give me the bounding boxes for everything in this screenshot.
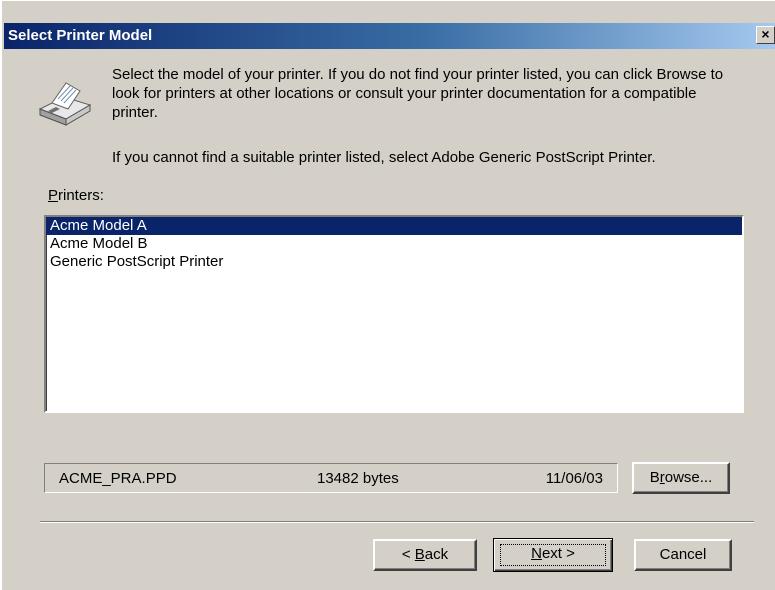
cancel-button[interactable]: Cancel <box>634 539 732 571</box>
title-bar[interactable]: Select Printer Model × <box>4 23 775 49</box>
ppd-file-size: 13482 bytes <box>317 470 399 487</box>
printer-list-item[interactable]: Acme Model B <box>46 235 742 253</box>
printers-label: Printers: <box>48 187 104 204</box>
back-label-pre: < <box>401 546 415 563</box>
close-button[interactable]: × <box>756 26 775 44</box>
instruction-text: Select the model of your printer. If you… <box>112 66 724 121</box>
printers-label-text: rinters: <box>58 187 104 204</box>
printer-icon <box>38 82 92 126</box>
select-printer-model-dialog: Select Printer Model × Select the model … <box>0 0 775 590</box>
window-title: Select Printer Model <box>8 27 153 44</box>
back-access-key: B <box>414 546 425 563</box>
printer-list-item[interactable]: Acme Model A <box>46 217 742 235</box>
ppd-file-info: ACME_PRA.PPD 13482 bytes 11/06/03 <box>44 463 618 493</box>
hint-text: If you cannot find a suitable printer li… <box>112 149 656 166</box>
ppd-file-date: 11/06/03 <box>545 470 603 487</box>
focus-rectangle <box>500 544 606 566</box>
close-icon: × <box>761 26 770 42</box>
button-separator <box>40 521 754 523</box>
printers-label-access-key: P <box>48 187 59 204</box>
printers-listbox[interactable]: Acme Model A Acme Model B Generic PostSc… <box>44 215 744 413</box>
back-label-post: ack <box>424 546 449 563</box>
browse-label-pre: B <box>649 469 660 486</box>
ppd-filename: ACME_PRA.PPD <box>59 470 177 487</box>
browse-label-post: owse... <box>664 469 713 486</box>
back-button[interactable]: < Back <box>373 539 477 571</box>
browse-button[interactable]: Browse... <box>632 462 730 494</box>
printer-list-item[interactable]: Generic PostScript Printer <box>46 253 742 271</box>
next-button[interactable]: Next > <box>493 538 613 572</box>
